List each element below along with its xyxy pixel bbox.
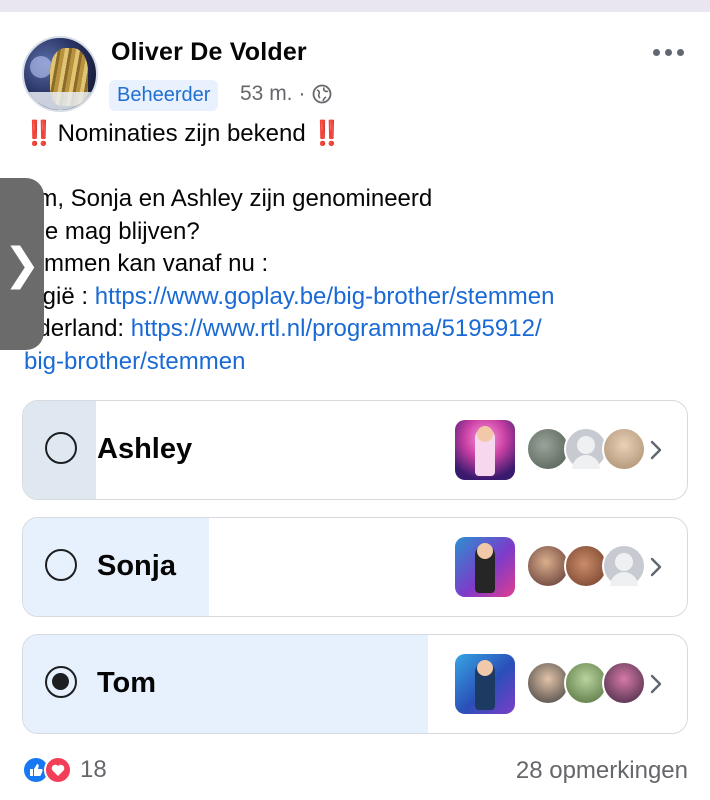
text-line-netherlands: ederland: https://www.rtl.nl/programma/5…	[24, 313, 694, 346]
author-name[interactable]: Oliver De Volder	[111, 38, 307, 67]
exclamation-emoji: ‼️	[312, 120, 342, 147]
poll-option-label: Ashley	[97, 433, 193, 465]
avatar-glow	[30, 56, 52, 78]
globe-icon	[312, 84, 331, 104]
rtl-link-continued[interactable]: big-brother/stemmen	[24, 348, 245, 375]
chevron-right-icon: ❯	[3, 239, 41, 289]
reaction-count: 18	[80, 756, 107, 783]
candidate-head	[477, 543, 493, 559]
candidate-photo	[455, 537, 515, 597]
candidate-photo	[455, 654, 515, 714]
post-meta: 53 m. ·	[240, 82, 332, 106]
more-dot	[665, 48, 672, 56]
post-time[interactable]: 53 m.	[240, 82, 293, 106]
comments-count[interactable]: 28 opmerkingen	[516, 757, 688, 785]
more-icon[interactable]	[653, 42, 687, 62]
poll-option-ashley[interactable]: Ashley	[22, 400, 688, 500]
exclamation-emoji: ‼️	[24, 120, 54, 147]
voter-avatars[interactable]	[526, 661, 646, 707]
text-line-belgium: elgië : https://www.goplay.be/big-brothe…	[24, 281, 694, 314]
rtl-link[interactable]: https://www.rtl.nl/programma/5195912/	[131, 315, 542, 342]
text-line: om, Sonja en Ashley zijn genomineerd	[24, 185, 433, 212]
text-line: Vie mag blijven?	[24, 217, 200, 245]
chevron-right-icon[interactable]	[649, 554, 663, 580]
reactions[interactable]: 18	[22, 756, 107, 784]
radio-button[interactable]	[45, 432, 77, 464]
poll-option-sonja[interactable]: Sonja	[22, 517, 688, 617]
post-text: ‼️ Nominaties zijn bekend ‼️ om, Sonja e…	[24, 118, 694, 378]
poll-option-label: Tom	[97, 667, 157, 699]
top-band	[0, 0, 710, 12]
voter-avatars[interactable]	[526, 427, 646, 473]
more-dot	[677, 48, 684, 56]
radio-button[interactable]	[45, 549, 77, 581]
author-avatar[interactable]	[22, 36, 98, 112]
heart-glyph	[51, 764, 65, 776]
voter-avatars[interactable]	[526, 544, 646, 590]
post-title-text: Nominaties zijn bekend	[57, 120, 306, 147]
voter-avatar	[602, 544, 646, 588]
poll-fill	[23, 635, 429, 733]
avatar-ground	[24, 92, 96, 110]
side-panel-tab[interactable]: ❯	[0, 178, 44, 350]
chevron-right-icon[interactable]	[649, 671, 663, 697]
radio-button-selected[interactable]	[45, 666, 77, 698]
voter-avatar	[602, 661, 646, 705]
text-line: temmen kan vanaf nu :	[24, 250, 269, 277]
text-line-link-continued: big-brother/stemmen	[24, 346, 694, 379]
post-title: ‼️ Nominaties zijn bekend ‼️	[24, 118, 694, 151]
candidate-head	[477, 660, 493, 676]
poll-option-tom[interactable]: Tom	[22, 634, 688, 734]
chevron-right-icon[interactable]	[649, 437, 663, 463]
thumbs-up-glyph	[30, 764, 43, 776]
candidate-photo	[455, 420, 515, 480]
meta-separator: ·	[298, 82, 306, 105]
voter-avatar	[602, 427, 646, 471]
love-icon	[44, 756, 72, 784]
goplay-link[interactable]: https://www.goplay.be/big-brother/stemme…	[95, 283, 555, 310]
more-dot	[653, 48, 660, 56]
poll-option-label: Sonja	[97, 550, 176, 582]
candidate-head	[477, 426, 493, 442]
admin-badge: Beheerder	[109, 80, 219, 111]
